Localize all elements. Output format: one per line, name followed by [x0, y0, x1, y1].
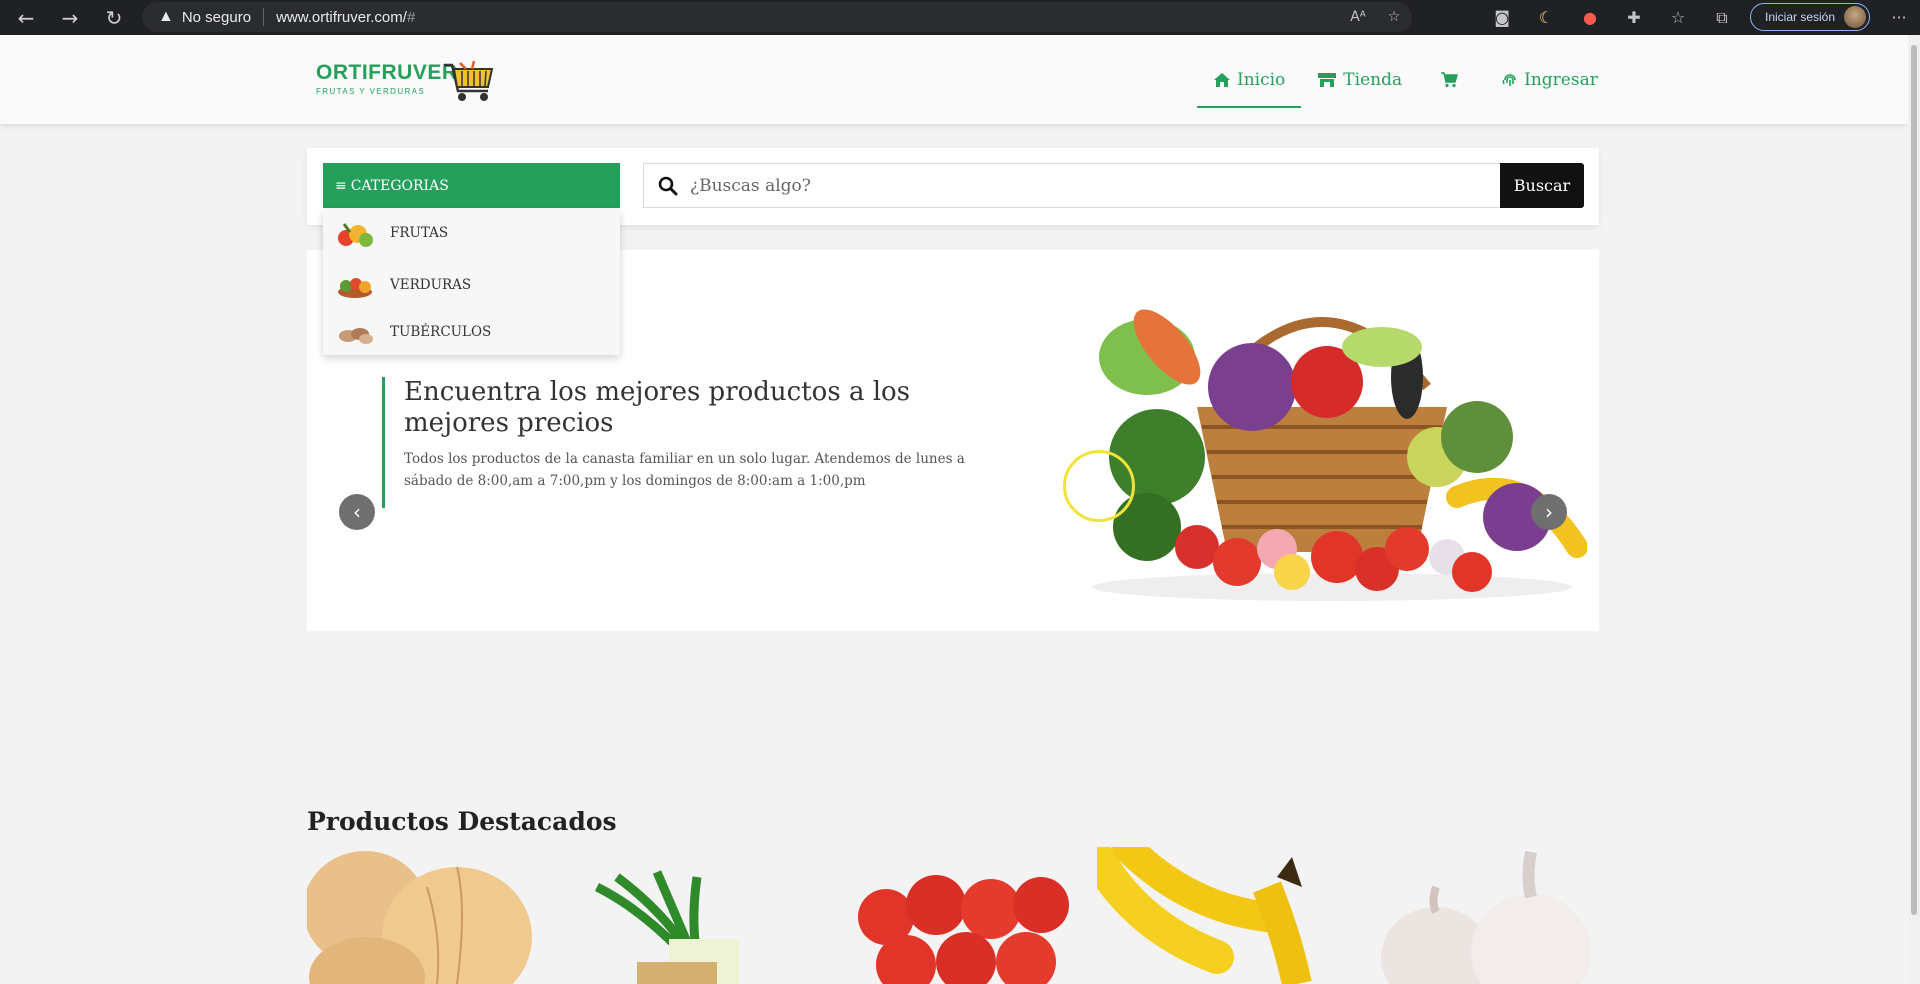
nav-cart[interactable] [1418, 35, 1486, 124]
warning-icon[interactable]: ▲ [158, 8, 174, 26]
insecure-label[interactable]: No seguro [182, 9, 251, 26]
address-divider [263, 8, 265, 26]
reload-icon[interactable]: ↻ [92, 0, 136, 35]
search-icon [658, 176, 678, 195]
address-bar[interactable]: ▲ No seguro www.ortifruver.com/ # Aᴬ ☆ [142, 2, 1412, 32]
fruits-icon [338, 223, 373, 247]
read-aloud-icon[interactable]: Aᴬ [1340, 9, 1376, 25]
fingerprint-icon [1502, 73, 1516, 86]
site-header: ORTIFRUVER FRUTAS Y VERDURAS Inicio Tien… [0, 35, 1908, 124]
cart-icon [1441, 71, 1459, 87]
nav-ingresar[interactable]: Ingresar [1486, 35, 1614, 124]
collections-icon[interactable]: ⧉ [1700, 8, 1744, 28]
category-label: VERDURAS [390, 277, 472, 293]
category-item-tuberculos[interactable]: TUBÉRCULOS [323, 312, 620, 352]
category-item-frutas[interactable]: FRUTAS [323, 213, 620, 253]
store-icon [1318, 72, 1337, 87]
extension-red-icon[interactable]: ● [1568, 8, 1612, 27]
favorites-icon[interactable]: ☆ [1656, 8, 1700, 27]
cursor-highlight [1063, 450, 1135, 522]
logo-text: ORTIFRUVER [316, 61, 458, 84]
product-image-ajo[interactable] [1366, 847, 1599, 984]
nav-tienda-label: Tienda [1343, 69, 1403, 90]
logo-subtitle: FRUTAS Y VERDURAS [316, 87, 426, 96]
url-text[interactable]: www.ortifruver.com/ [276, 9, 407, 26]
scrollbar-thumb[interactable] [1911, 45, 1917, 915]
page-scrollbar[interactable] [1908, 35, 1920, 984]
tubers-icon [339, 328, 373, 344]
nav-tienda[interactable]: Tienda [1301, 35, 1418, 124]
category-label: FRUTAS [390, 225, 449, 241]
carousel-prev-button[interactable]: ‹ [339, 494, 375, 530]
nav-ingresar-label: Ingresar [1524, 69, 1598, 90]
logo-cart-icon [444, 60, 494, 101]
menu-bars-icon: ≡ [335, 177, 347, 194]
signin-button[interactable]: Iniciar sesión [1750, 3, 1870, 31]
logo[interactable]: ORTIFRUVER FRUTAS Y VERDURAS [316, 61, 458, 96]
category-item-verduras[interactable]: VERDURAS [323, 265, 620, 305]
more-menu-icon[interactable]: ··· [1884, 0, 1914, 35]
categories-label: CATEGORIAS [350, 177, 449, 194]
search-placeholder: ¿Buscas algo? [690, 175, 811, 196]
signin-label: Iniciar sesión [1765, 10, 1836, 24]
carousel-next-button[interactable]: › [1531, 494, 1567, 530]
address-icons: Aᴬ ☆ [1340, 2, 1412, 32]
featured-title: Productos Destacados [307, 807, 617, 836]
toolbar-icons: ◙ ☾ ● ✚ ☆ ⧉ [1480, 0, 1744, 35]
extensions-puzzle-icon[interactable]: ✚ [1612, 8, 1656, 27]
hero-text-block: Encuentra los mejores productos a los me… [382, 377, 982, 508]
search-input[interactable]: ¿Buscas algo? [643, 163, 1504, 208]
home-icon [1214, 72, 1230, 87]
forward-icon[interactable]: → [48, 0, 92, 35]
vegetable-basket-image [1092, 309, 1587, 601]
moon-icon[interactable]: ☾ [1524, 8, 1568, 27]
vegetables-icon [338, 278, 372, 298]
hero-description: Todos los productos de la canasta famili… [404, 451, 965, 489]
favorite-star-icon[interactable]: ☆ [1376, 9, 1412, 25]
nav-inicio[interactable]: Inicio [1197, 35, 1302, 124]
avatar [1844, 6, 1866, 28]
categories-button[interactable]: ≡ CATEGORIAS [323, 163, 620, 208]
categories-dropdown: FRUTAS VERDURAS TUBÉRCULOS [323, 209, 620, 355]
nav-inicio-label: Inicio [1237, 69, 1286, 90]
category-label: TUBÉRCULOS [390, 324, 492, 340]
product-image-cebolla-larga[interactable] [577, 847, 810, 984]
back-icon[interactable]: ← [4, 0, 48, 35]
product-image-banano[interactable] [1097, 847, 1330, 984]
product-image-tomate[interactable] [846, 847, 1079, 984]
hero-title: Encuentra los mejores productos a los me… [404, 377, 911, 438]
camera-icon[interactable]: ◙ [1480, 8, 1524, 27]
url-hash[interactable]: # [407, 9, 415, 26]
search-button[interactable]: Buscar [1500, 163, 1584, 208]
browser-toolbar: ← → ↻ ▲ No seguro www.ortifruver.com/ # … [0, 0, 1920, 35]
main-nav: Inicio Tienda Ingresar [1197, 35, 1614, 124]
product-image-cebolla[interactable] [307, 847, 540, 984]
